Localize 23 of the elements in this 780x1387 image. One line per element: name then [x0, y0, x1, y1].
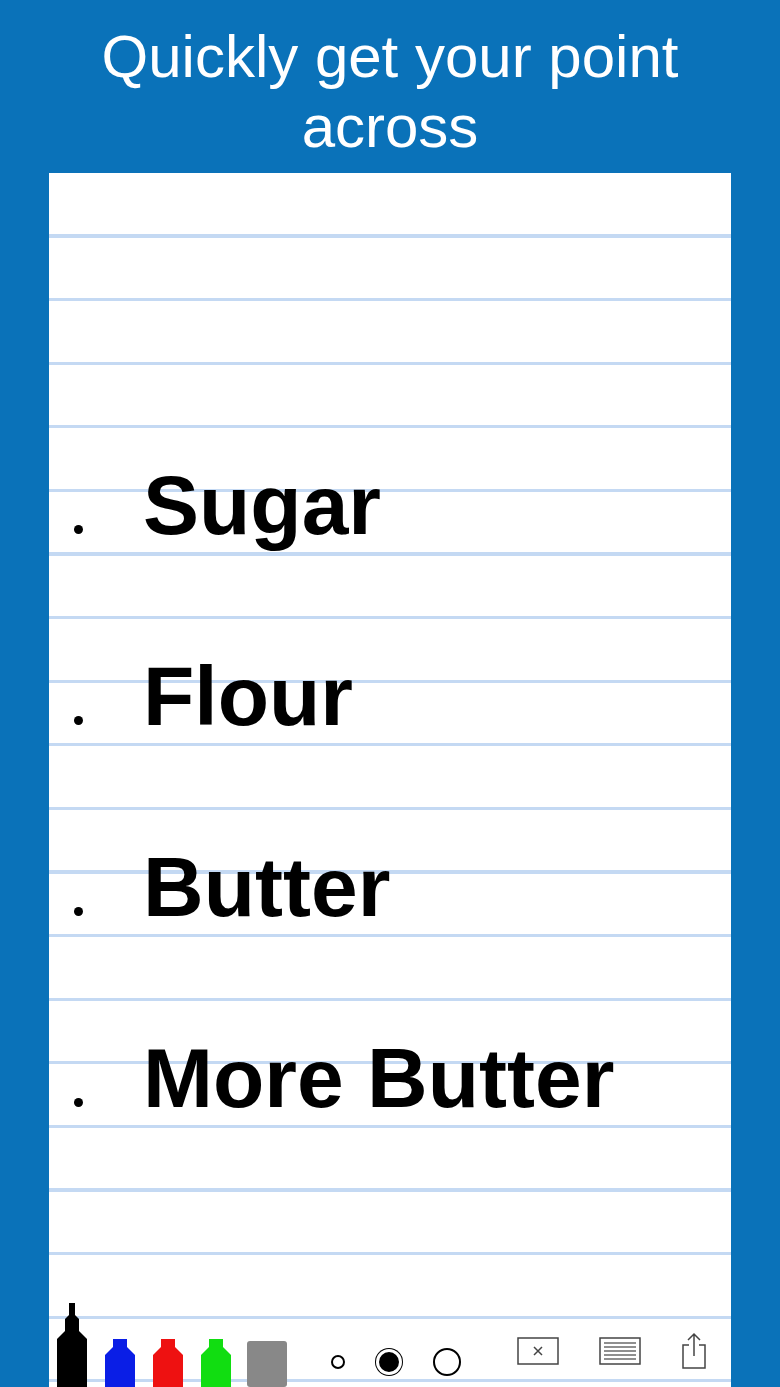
marker-icon[interactable] [55, 1303, 89, 1387]
handwritten-note: Butter [143, 839, 391, 936]
handwritten-note: More Butter [143, 1030, 615, 1127]
pen-size-option[interactable] [331, 1355, 345, 1369]
lines-icon [599, 1337, 641, 1365]
paper-button[interactable] [599, 1337, 641, 1365]
handwritten-note: Flour [143, 648, 353, 745]
bullet-icon [74, 525, 83, 534]
share-button[interactable] [681, 1332, 707, 1370]
pen-size-option[interactable] [379, 1352, 399, 1372]
headline: Quickly get your point across [100, 22, 680, 162]
marker-icon[interactable] [151, 1339, 185, 1387]
clear-icon [517, 1337, 559, 1365]
share-icon [681, 1332, 707, 1370]
marker-icon[interactable] [199, 1339, 233, 1387]
bullet-icon [74, 907, 83, 916]
pen-size-option[interactable] [433, 1348, 461, 1376]
handwritten-note: Sugar [143, 457, 382, 554]
bullet-icon [74, 1098, 83, 1107]
clear-button[interactable] [517, 1337, 559, 1365]
eraser-icon[interactable] [247, 1339, 287, 1387]
marker-icon[interactable] [103, 1339, 137, 1387]
bullet-icon [74, 716, 83, 725]
